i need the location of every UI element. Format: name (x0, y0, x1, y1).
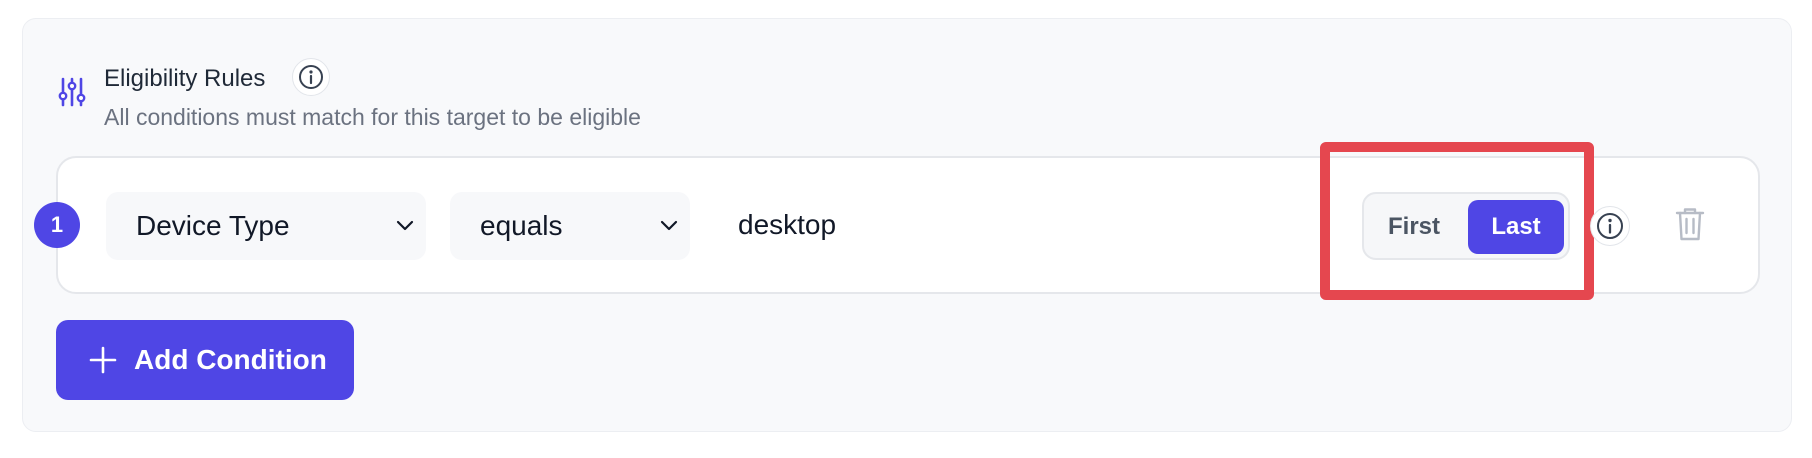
section-title: Eligibility Rules (104, 65, 266, 92)
add-condition-button[interactable]: Add Condition (56, 320, 354, 400)
add-condition-label: Add Condition (134, 344, 327, 375)
condition-number-badge: 1 (34, 202, 80, 248)
info-icon[interactable] (1590, 206, 1630, 246)
section-subtitle: All conditions must match for this targe… (104, 104, 641, 130)
field-select-value: Device Type (136, 210, 290, 241)
first-last-toggle: First Last (1362, 192, 1570, 260)
plus-icon (89, 346, 117, 374)
info-icon[interactable] (292, 58, 330, 96)
condition-value-input[interactable]: desktop (738, 208, 836, 242)
operator-select[interactable]: equals (450, 192, 690, 260)
chevron-down-icon (396, 220, 414, 231)
operator-select-value: equals (480, 210, 563, 241)
trash-icon[interactable] (1672, 204, 1708, 244)
sliders-icon (58, 77, 86, 107)
toggle-first-button[interactable]: First (1370, 200, 1458, 254)
field-select[interactable]: Device Type (106, 192, 426, 260)
chevron-down-icon (660, 220, 678, 231)
toggle-last-button[interactable]: Last (1468, 200, 1564, 254)
